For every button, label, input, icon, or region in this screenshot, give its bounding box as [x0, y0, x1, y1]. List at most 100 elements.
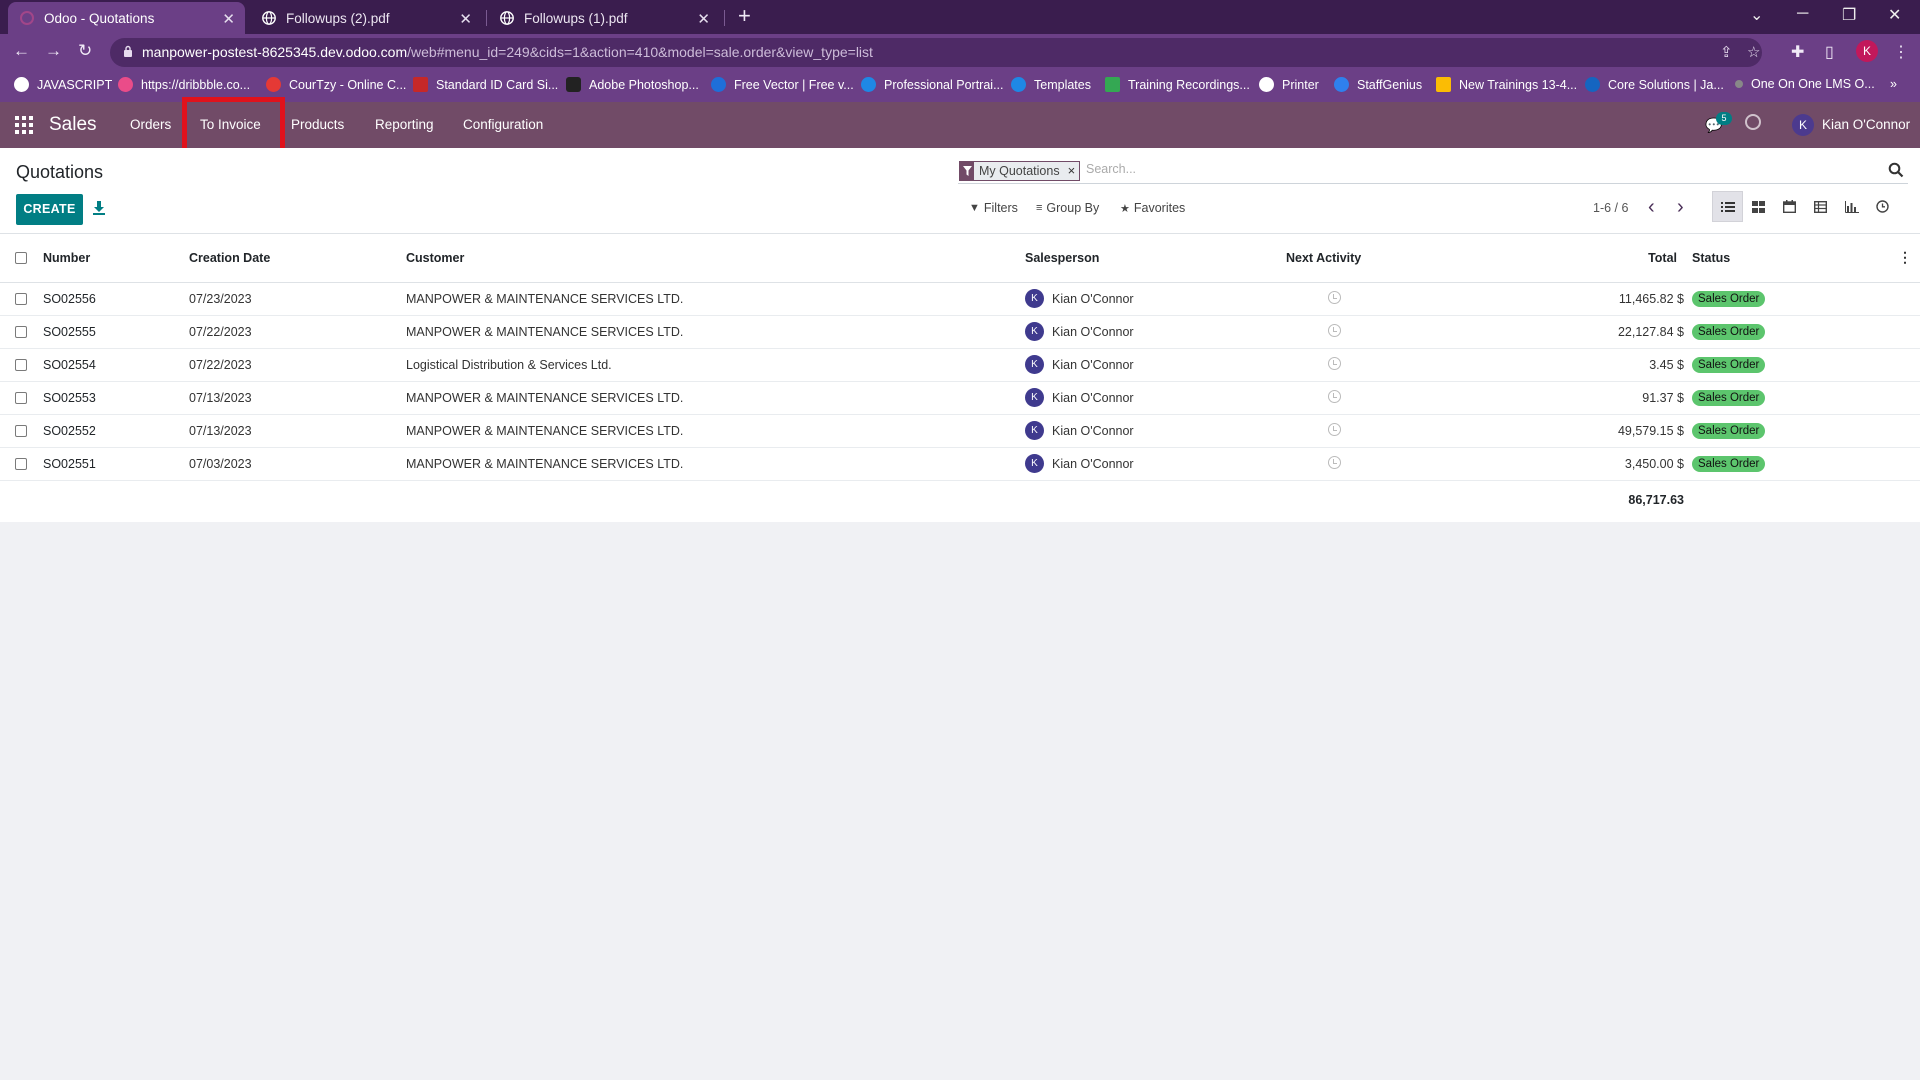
table-row[interactable]: SO02554 07/22/2023 Logistical Distributi… [0, 348, 1920, 382]
restore-icon[interactable]: ❐ [1842, 5, 1856, 25]
filters-dropdown[interactable]: ▼ Filters [969, 201, 1018, 215]
column-salesperson[interactable]: Salesperson [1025, 234, 1286, 283]
browser-tab-followups-1[interactable]: Followups (1).pdf ✕ [488, 2, 720, 34]
bookmark-item[interactable]: JAVASCRIPT [14, 77, 112, 92]
pager-next-icon[interactable]: › [1677, 196, 1684, 219]
groupby-dropdown[interactable]: ≡ Group By [1036, 201, 1099, 215]
groupby-label: Group By [1046, 201, 1100, 215]
side-panel-icon[interactable]: ▯ [1825, 42, 1834, 62]
create-button[interactable]: CREATE [16, 194, 83, 225]
close-tab-icon[interactable]: ✕ [459, 10, 472, 28]
forward-arrow-icon[interactable]: → [45, 41, 62, 61]
table-row[interactable]: SO02556 07/23/2023 MANPOWER & MAINTENANC… [0, 282, 1920, 316]
column-status[interactable]: Status [1692, 234, 1892, 283]
row-checkbox[interactable] [15, 293, 27, 306]
new-tab-button[interactable]: + [738, 3, 751, 29]
kanban-view-icon[interactable] [1743, 191, 1774, 222]
empty-cell [1892, 480, 1920, 520]
quotations-list: Number Creation Date Customer Salesperso… [0, 234, 1920, 522]
table-row[interactable]: SO02553 07/13/2023 MANPOWER & MAINTENANC… [0, 381, 1920, 415]
extensions-puzzle-icon[interactable]: ✚ [1791, 42, 1804, 62]
app-name[interactable]: Sales [49, 114, 97, 136]
menu-orders[interactable]: Orders [130, 117, 171, 132]
pivot-view-icon[interactable] [1805, 191, 1836, 222]
address-bar[interactable]: manpower-postest-8625345.dev.odoo.com/we… [110, 38, 1762, 67]
menu-reporting[interactable]: Reporting [375, 117, 434, 132]
row-checkbox[interactable] [15, 359, 27, 372]
optional-columns-toggle[interactable]: ⋮ [1892, 234, 1920, 283]
column-number[interactable]: Number [43, 234, 189, 283]
calendar-view-icon[interactable] [1774, 191, 1805, 222]
pager-value[interactable]: 1-6 / 6 [1593, 201, 1628, 215]
bookmark-item[interactable]: Free Vector | Free v... [711, 77, 854, 92]
column-total[interactable]: Total [1446, 234, 1692, 283]
column-creation-date[interactable]: Creation Date [189, 234, 406, 283]
bookmark-item[interactable]: StaffGenius [1334, 77, 1422, 92]
bookmark-item[interactable]: https://dribbble.co... [118, 77, 250, 92]
remove-facet-icon[interactable]: × [1066, 162, 1080, 180]
row-checkbox[interactable] [15, 326, 27, 339]
download-icon[interactable] [92, 200, 106, 216]
bookmark-item[interactable]: Core Solutions | Ja... [1585, 77, 1724, 92]
row-checkbox[interactable] [15, 392, 27, 405]
bookmark-item[interactable]: CourTzy - Online C... [266, 77, 406, 92]
activity-clock-icon[interactable] [1328, 389, 1341, 403]
back-arrow-icon[interactable]: ← [13, 41, 30, 61]
activity-clock-icon[interactable] [1328, 455, 1341, 469]
table-row[interactable]: SO02551 07/03/2023 MANPOWER & MAINTENANC… [0, 447, 1920, 481]
search-icon[interactable] [1888, 162, 1904, 178]
activity-clock-icon[interactable] [1745, 114, 1761, 130]
photoshop-icon [566, 77, 581, 92]
minimize-icon[interactable]: ─ [1797, 5, 1808, 23]
close-tab-icon[interactable]: ✕ [222, 10, 235, 28]
browser-tab-odoo-quotations[interactable]: Odoo - Quotations ✕ [8, 2, 245, 34]
activity-clock-icon[interactable] [1328, 323, 1341, 337]
bookmark-item[interactable]: Professional Portrai... [861, 77, 1004, 92]
more-bookmarks-button[interactable]: » [1890, 77, 1897, 91]
reload-icon[interactable]: ↻ [78, 41, 92, 61]
close-window-icon[interactable]: ✕ [1888, 5, 1901, 25]
status-badge: Sales Order [1692, 422, 1766, 439]
favorites-dropdown[interactable]: ★ Favorites [1120, 201, 1185, 215]
bookmark-item[interactable]: New Trainings 13-4... [1436, 77, 1577, 92]
apps-grid-icon[interactable] [15, 116, 33, 134]
bookmark-item[interactable]: One On One LMS O... [1735, 77, 1875, 91]
freepik-icon [711, 77, 726, 92]
bookmark-item[interactable]: Standard ID Card Si... [413, 77, 558, 92]
bookmark-item[interactable]: Printer [1259, 77, 1319, 92]
bookmark-item[interactable]: Training Recordings... [1105, 77, 1250, 92]
column-next-activity[interactable]: Next Activity [1286, 234, 1446, 283]
graph-view-icon[interactable] [1836, 191, 1867, 222]
activity-clock-icon[interactable] [1328, 290, 1341, 304]
close-tab-icon[interactable]: ✕ [697, 10, 710, 28]
activity-clock-icon[interactable] [1328, 356, 1341, 370]
menu-products[interactable]: Products [291, 117, 344, 132]
bookmark-item[interactable]: Adobe Photoshop... [566, 77, 699, 92]
menu-configuration[interactable]: Configuration [463, 117, 543, 132]
search-input[interactable] [1086, 162, 1846, 176]
browser-tab-followups-2[interactable]: Followups (2).pdf ✕ [250, 2, 482, 34]
select-all-checkbox[interactable] [15, 252, 27, 265]
tab-search-icon[interactable]: ⌄ [1750, 5, 1763, 25]
bookmark-star-icon[interactable]: ☆ [1747, 43, 1760, 61]
table-row[interactable]: SO02555 07/22/2023 MANPOWER & MAINTENANC… [0, 315, 1920, 349]
column-customer[interactable]: Customer [406, 234, 1025, 283]
user-name[interactable]: Kian O'Connor [1822, 117, 1910, 132]
bookmark-item[interactable]: Templates [1011, 77, 1091, 92]
share-icon[interactable]: ⇪ [1720, 43, 1733, 61]
activity-view-icon[interactable] [1867, 191, 1898, 222]
row-checkbox[interactable] [15, 458, 27, 471]
row-checkbox[interactable] [15, 425, 27, 438]
chrome-menu-icon[interactable]: ⋮ [1893, 42, 1909, 62]
profile-avatar[interactable]: K [1856, 40, 1878, 62]
avatar: K [1025, 322, 1044, 341]
status-badge: Sales Order [1692, 455, 1766, 472]
empty-cell [0, 480, 43, 520]
table-row[interactable]: SO02552 07/13/2023 MANPOWER & MAINTENANC… [0, 414, 1920, 448]
url-host: manpower-postest-8625345.dev.odoo.com [142, 44, 408, 60]
list-view-icon[interactable] [1712, 191, 1743, 222]
pager-previous-icon[interactable]: ‹ [1648, 196, 1655, 219]
activity-clock-icon[interactable] [1328, 422, 1341, 436]
user-avatar[interactable]: K [1792, 114, 1814, 136]
customer-name: MANPOWER & MAINTENANCE SERVICES LTD. [406, 381, 1025, 415]
